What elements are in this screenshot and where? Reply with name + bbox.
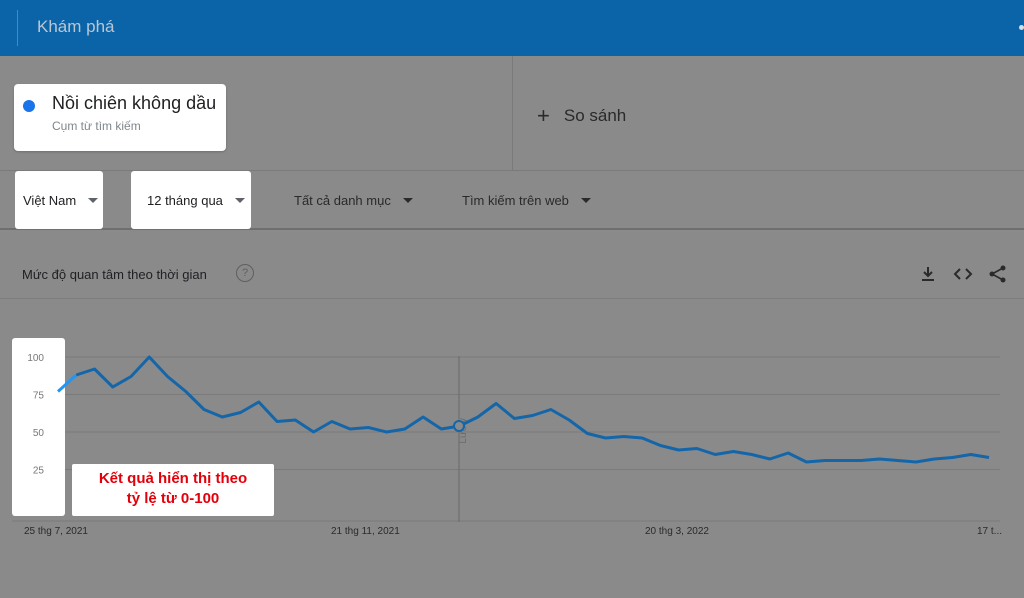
header-divider (17, 10, 18, 46)
chevron-down-icon (402, 197, 413, 203)
series-line (56, 355, 990, 464)
more-menu-icon[interactable] (1019, 25, 1024, 30)
search-term-card[interactable]: Nồi chiên không dầu Cụm từ tìm kiếm (14, 84, 226, 151)
x-tick-label: 25 thg 7, 2021 (24, 526, 88, 537)
interest-line-chart: 100755025 25 thg 7, 2021 21 thg 11, 2021 2… (12, 353, 1002, 537)
region-filter[interactable]: Việt Nam (15, 171, 103, 229)
plus-icon: + (537, 103, 550, 128)
chevron-down-icon (88, 197, 99, 203)
download-icon[interactable] (918, 264, 938, 284)
x-tick-label: 17 t... (977, 526, 1002, 537)
page-title: Khám phá (37, 17, 115, 36)
x-tick-label: 21 thg 11, 2021 (331, 526, 400, 537)
row-divider (512, 56, 513, 170)
search-term-type: Cụm từ tìm kiếm (52, 119, 141, 133)
time-filter[interactable]: 12 tháng qua (131, 171, 251, 229)
search-type-filter[interactable]: Tìm kiếm trên web (462, 171, 591, 229)
search-term-name[interactable]: Nồi chiên không dầu (52, 93, 216, 114)
compare-button[interactable]: + So sánh (537, 104, 626, 128)
compare-label: So sánh (563, 106, 627, 125)
y-tick-label: 75 (33, 391, 45, 402)
category-filter[interactable]: Tất cả danh mục (294, 171, 413, 229)
time-filter-label: 12 tháng qua (147, 192, 223, 208)
term-color-dot-icon (23, 100, 35, 112)
chevron-down-icon (234, 197, 245, 203)
share-icon[interactable] (988, 264, 1008, 284)
region-filter-label: Việt Nam (23, 192, 77, 208)
embed-icon[interactable] (953, 264, 973, 284)
search-type-filter-label: Tìm kiếm trên web (462, 192, 569, 208)
series-segment-highlight (56, 373, 78, 393)
hover-point[interactable] (453, 420, 465, 432)
y-tick-label: 100 (27, 353, 44, 364)
x-axis-ticks: 25 thg 7, 2021 21 thg 11, 2021 20 thg 3, 2… (24, 526, 1002, 537)
panel-divider (0, 298, 1024, 299)
x-tick-label: 20 thg 3, 2022 (645, 526, 709, 537)
help-icon[interactable]: ? (236, 264, 254, 282)
series-path (75, 355, 990, 464)
chevron-down-icon (580, 197, 591, 203)
y-tick-label: 50 (33, 428, 45, 439)
panel-title: Mức độ quan tâm theo thời gian (22, 267, 207, 282)
y-axis-ticks: 100 75 50 25 (27, 353, 44, 477)
app-header: Khám phá (0, 0, 1024, 56)
scale-note-line-1: Kết quả hiển thị theo (98, 470, 248, 487)
series-points (453, 420, 465, 432)
y-tick-label: 25 (33, 466, 45, 477)
scale-note-line-2: tỷ lệ từ 0-100 (126, 490, 220, 507)
scale-note: Kết quả hiển thị theo tỷ lệ từ 0-100 (72, 464, 274, 516)
category-filter-label: Tất cả danh mục (294, 192, 391, 208)
